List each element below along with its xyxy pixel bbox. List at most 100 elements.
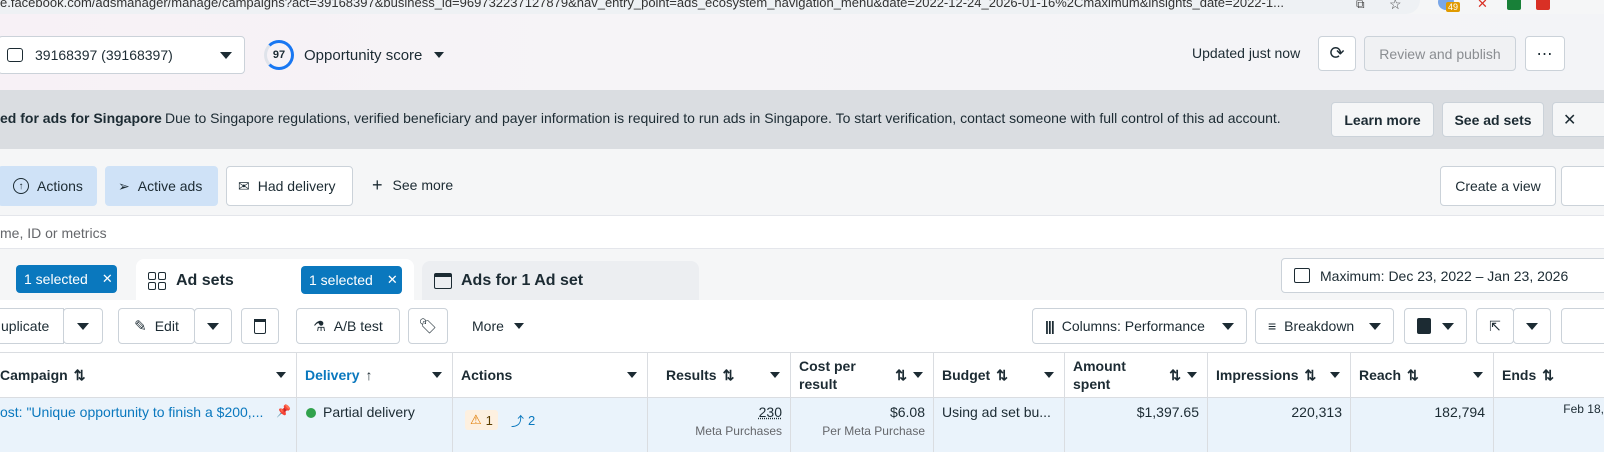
create-view-button[interactable]: Create a view <box>1440 166 1556 206</box>
close-icon: ✕ <box>1563 111 1577 129</box>
learn-more-button[interactable]: Learn more <box>1331 102 1434 137</box>
tag-icon: 🏷 <box>418 318 438 335</box>
more-options-button[interactable]: ⋯ <box>1525 36 1565 71</box>
sort-icon: ⇅ <box>895 367 907 383</box>
extension-red-icon[interactable]: ✕ <box>1477 0 1488 12</box>
col-delivery[interactable]: Delivery ↑ <box>297 352 453 398</box>
chevron-down-icon <box>1044 372 1054 378</box>
chevron-down-icon <box>1473 372 1483 378</box>
tab-ads-label: Ads for 1 Ad set <box>461 272 584 289</box>
columns-button[interactable]: ||| Columns: Performance <box>1032 308 1247 344</box>
chevron-down-icon <box>1187 372 1197 378</box>
adsets-selected-chip[interactable]: 1 selected ✕ <box>301 266 402 294</box>
cell-campaign[interactable]: ost: "Unique opportunity to finish a $20… <box>0 398 297 452</box>
col-impressions[interactable]: Impressions ⇅ <box>1208 352 1351 398</box>
edit-dropdown[interactable] <box>194 308 232 344</box>
dismiss-banner-button[interactable]: ✕ <box>1552 102 1604 137</box>
cell-cost-per-result: $6.08 Per Meta Purchase <box>791 398 934 452</box>
col-campaign[interactable]: Campaign ⇅ <box>0 352 297 398</box>
cost-type: Per Meta Purchase <box>822 424 925 438</box>
export-icon: ⇱ <box>1489 317 1501 334</box>
cost-value: $6.08 <box>889 404 925 420</box>
bookmark-star-icon[interactable]: ☆ <box>1389 0 1402 13</box>
search-bar[interactable]: me, ID or metrics <box>0 215 1604 249</box>
duplicate-dropdown[interactable] <box>63 308 103 344</box>
chevron-down-icon <box>220 51 232 59</box>
share-icon[interactable]: ⧉ <box>1356 0 1365 12</box>
search-input[interactable]: me, ID or metrics <box>0 225 107 241</box>
col-results-label: Results <box>666 367 717 383</box>
extension-red2-icon[interactable] <box>1536 0 1550 10</box>
delete-button[interactable] <box>241 308 279 344</box>
breakdown-button[interactable]: ≡ Breakdown <box>1255 308 1394 344</box>
ab-test-button[interactable]: ⚗ A/B test <box>296 308 400 344</box>
actions-icon: ↑ <box>13 178 29 194</box>
chevron-down-icon <box>1330 372 1340 378</box>
columns-icon: ||| <box>1045 318 1055 334</box>
filter-actions[interactable]: ↑ Actions <box>0 166 97 206</box>
col-delivery-label: Delivery <box>305 367 360 383</box>
warning-badge[interactable]: ⚠ 1 <box>465 410 498 430</box>
chevron-down-icon <box>1222 322 1234 330</box>
filter-had-delivery[interactable]: ✉ Had delivery <box>226 166 353 206</box>
col-campaign-label: Campaign <box>0 367 68 383</box>
settings-button[interactable] <box>1561 308 1604 344</box>
chevron-down-icon <box>627 372 637 378</box>
learn-more-label: Learn more <box>1344 111 1421 128</box>
more-button[interactable]: More <box>472 318 524 334</box>
close-icon[interactable]: ✕ <box>387 272 398 288</box>
tab-ad-sets-label: Ad sets <box>176 272 234 289</box>
cell-delivery: Partial delivery <box>297 398 453 452</box>
close-icon[interactable]: ✕ <box>102 271 113 287</box>
date-range-picker[interactable]: Maximum: Dec 23, 2022 – Jan 23, 2026 <box>1281 258 1604 293</box>
pin-icon[interactable]: 📌 <box>276 404 291 418</box>
columns-label: Columns: Performance <box>1061 318 1205 334</box>
view-options-button[interactable] <box>1561 166 1604 206</box>
refresh-button[interactable]: ⟳ <box>1318 36 1356 71</box>
chevron-down-icon <box>432 372 442 378</box>
duplicate-button[interactable]: uplicate <box>0 308 64 344</box>
reports-button[interactable] <box>1404 308 1467 344</box>
recommendation-icon: ⤴ <box>511 413 525 429</box>
warning-icon: ⚠ <box>470 412 482 427</box>
campaign-selected-chip[interactable]: 1 selected ✕ <box>16 265 117 293</box>
chevron-down-icon <box>434 52 445 58</box>
export-dropdown[interactable] <box>1513 308 1551 344</box>
see-more-filters[interactable]: + See more <box>372 176 453 194</box>
account-selector[interactable]: 39168397 (39168397) <box>0 36 245 74</box>
col-cost-per-result[interactable]: Cost per result ⇅ <box>791 352 934 398</box>
tag-button[interactable]: 🏷 <box>408 308 448 344</box>
export-button[interactable]: ⇱ <box>1476 308 1514 344</box>
col-budget[interactable]: Budget ⇅ <box>934 352 1065 398</box>
breakdown-label: Breakdown <box>1284 318 1355 334</box>
col-ends[interactable]: Ends ⇅ <box>1494 352 1604 398</box>
col-amount-spent[interactable]: Amount spent ⇅ <box>1065 352 1208 398</box>
envelope-icon: ✉ <box>238 177 250 194</box>
banner-title: ed for ads for Singapore <box>0 110 162 126</box>
cell-amount-spent: $1,397.65 <box>1065 398 1208 452</box>
extension-green-icon[interactable] <box>1507 0 1521 10</box>
chevron-down-icon <box>1369 322 1381 330</box>
filter-active-ads-label: Active ads <box>137 178 203 194</box>
campaign-name-link[interactable]: ost: "Unique opportunity to finish a $20… <box>0 404 263 420</box>
sort-icon: ⇅ <box>1407 366 1419 383</box>
col-reach[interactable]: Reach ⇅ <box>1351 352 1494 398</box>
impressions-value: 220,313 <box>1291 404 1342 420</box>
browser-url-bar[interactable]: e.facebook.com/adsmanager/manage/campaig… <box>0 0 1420 14</box>
score-ring: 97 <box>264 40 294 70</box>
date-range-label: Maximum: Dec 23, 2022 – Jan 23, 2026 <box>1320 267 1569 284</box>
see-ad-sets-button[interactable]: See ad sets <box>1442 102 1544 137</box>
col-results[interactable]: Results ⇅ <box>648 352 791 398</box>
chevron-down-icon <box>276 372 286 378</box>
sort-icon: ⇅ <box>1169 367 1181 383</box>
recommendations-badge[interactable]: ⤴ 2 <box>511 410 535 430</box>
url-text: e.facebook.com/adsmanager/manage/campaig… <box>0 0 1284 10</box>
opportunity-score[interactable]: 97 Opportunity score <box>264 40 445 70</box>
grid-icon <box>148 272 166 290</box>
col-actions[interactable]: Actions <box>453 352 648 398</box>
filter-active-ads[interactable]: ➢ Active ads <box>105 166 218 206</box>
sort-icon: ⇅ <box>722 366 735 383</box>
review-publish-button[interactable]: Review and publish <box>1364 36 1516 71</box>
tab-ads[interactable]: Ads for 1 Ad set <box>422 261 699 300</box>
edit-button[interactable]: ✎ Edit <box>118 308 195 344</box>
